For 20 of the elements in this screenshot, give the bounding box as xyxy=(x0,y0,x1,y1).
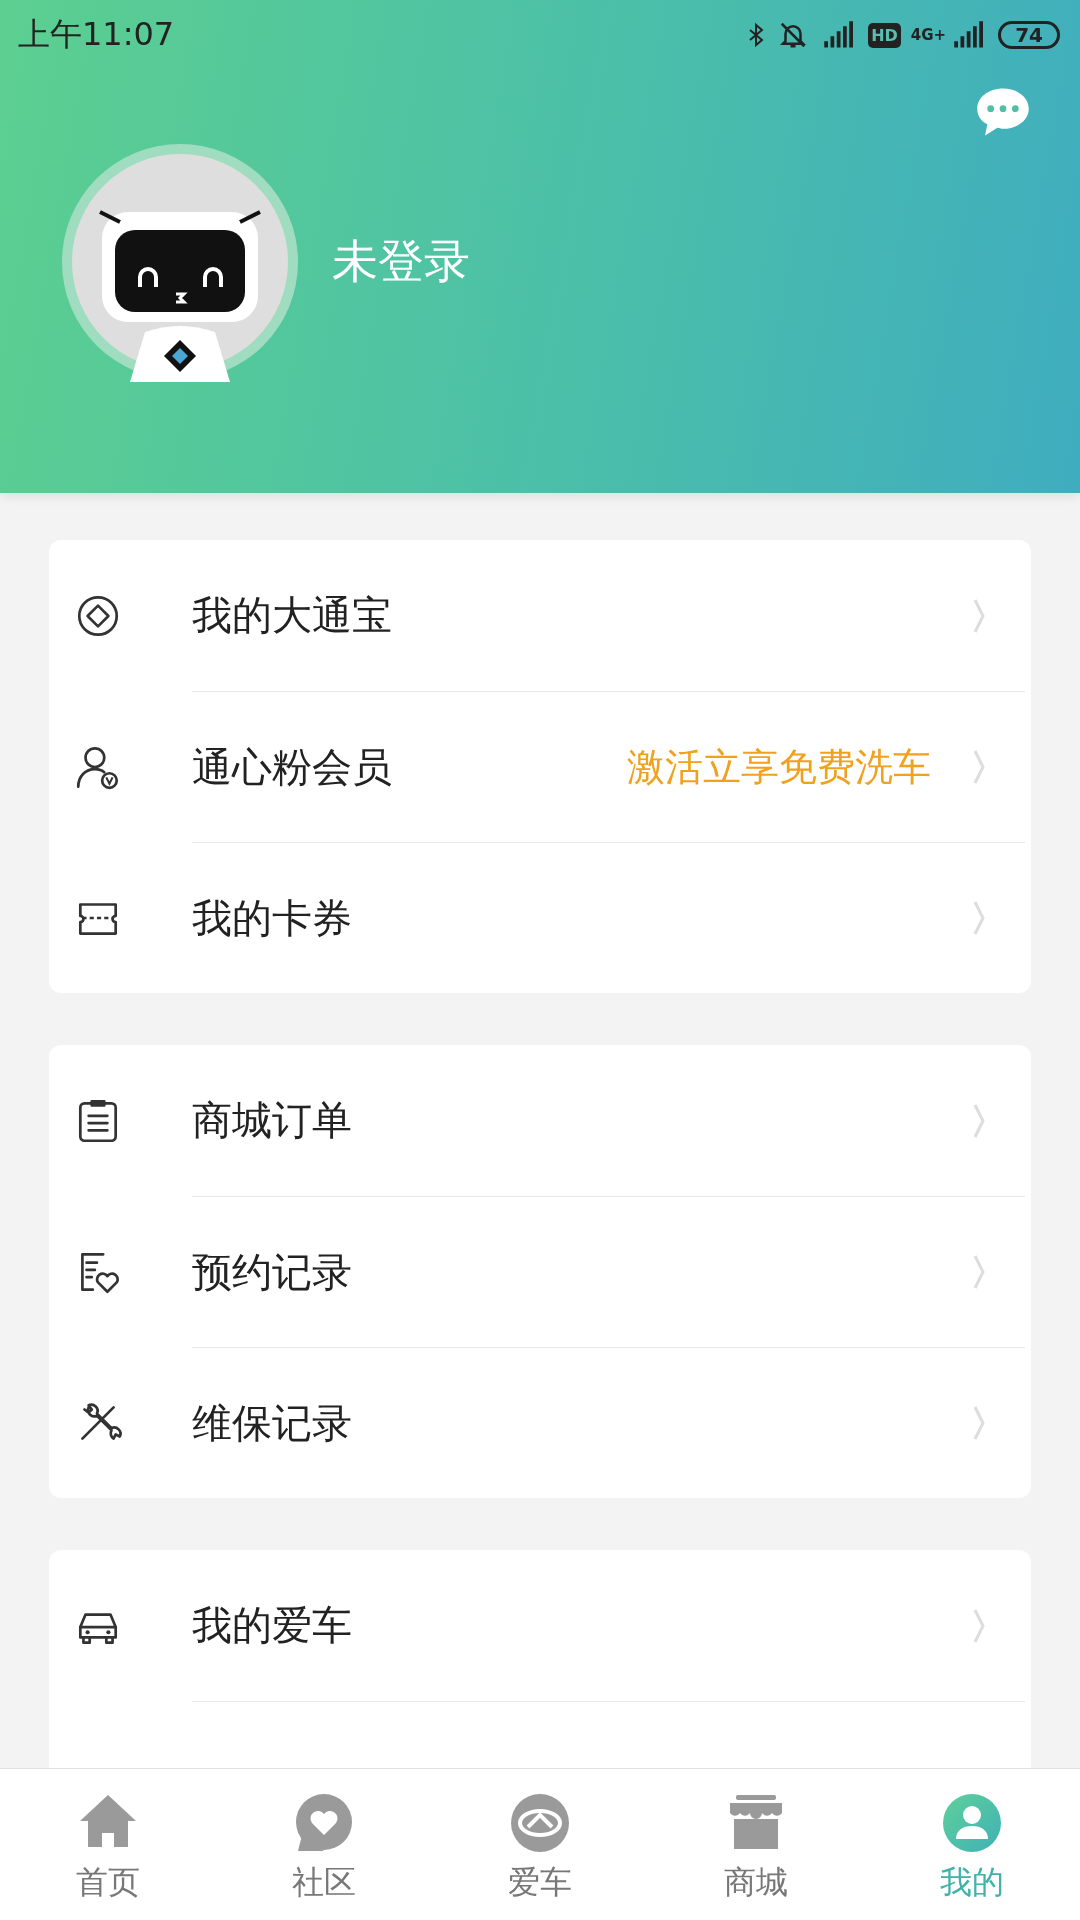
chat-bubble-icon[interactable] xyxy=(975,86,1031,138)
robot-avatar[interactable] xyxy=(60,142,300,382)
battery-icon: 74 xyxy=(998,21,1060,49)
hd-badge: HD xyxy=(868,22,901,48)
status-time: 上午11:07 xyxy=(18,14,175,55)
menu-item[interactable]: 商城订单 xyxy=(192,1045,1025,1196)
eye-emblem-icon[interactable] xyxy=(508,1791,572,1855)
menu-item[interactable]: 我的大通宝 xyxy=(192,540,1025,691)
tab-item[interactable]: 首页 xyxy=(0,1769,216,1920)
menu-item[interactable]: 维保记录 xyxy=(192,1347,1025,1498)
menu-item[interactable]: 预约记录 xyxy=(192,1196,1025,1347)
network-label: 4G+ xyxy=(910,26,947,44)
menu-item[interactable]: 我的爱车 xyxy=(192,1550,1025,1701)
tab-item[interactable]: 商城 xyxy=(648,1769,864,1920)
promo-text: 激活立享免费洗车 xyxy=(627,743,931,791)
tab-item[interactable]: 爱车 xyxy=(432,1769,648,1920)
menu-item[interactable]: 我的卡券 xyxy=(192,842,1025,993)
tab-item[interactable]: 社区 xyxy=(216,1769,432,1920)
person-icon[interactable] xyxy=(940,1791,1004,1855)
menu-item[interactable]: 通心粉会员 激活立享免费洗车 xyxy=(192,691,1025,842)
